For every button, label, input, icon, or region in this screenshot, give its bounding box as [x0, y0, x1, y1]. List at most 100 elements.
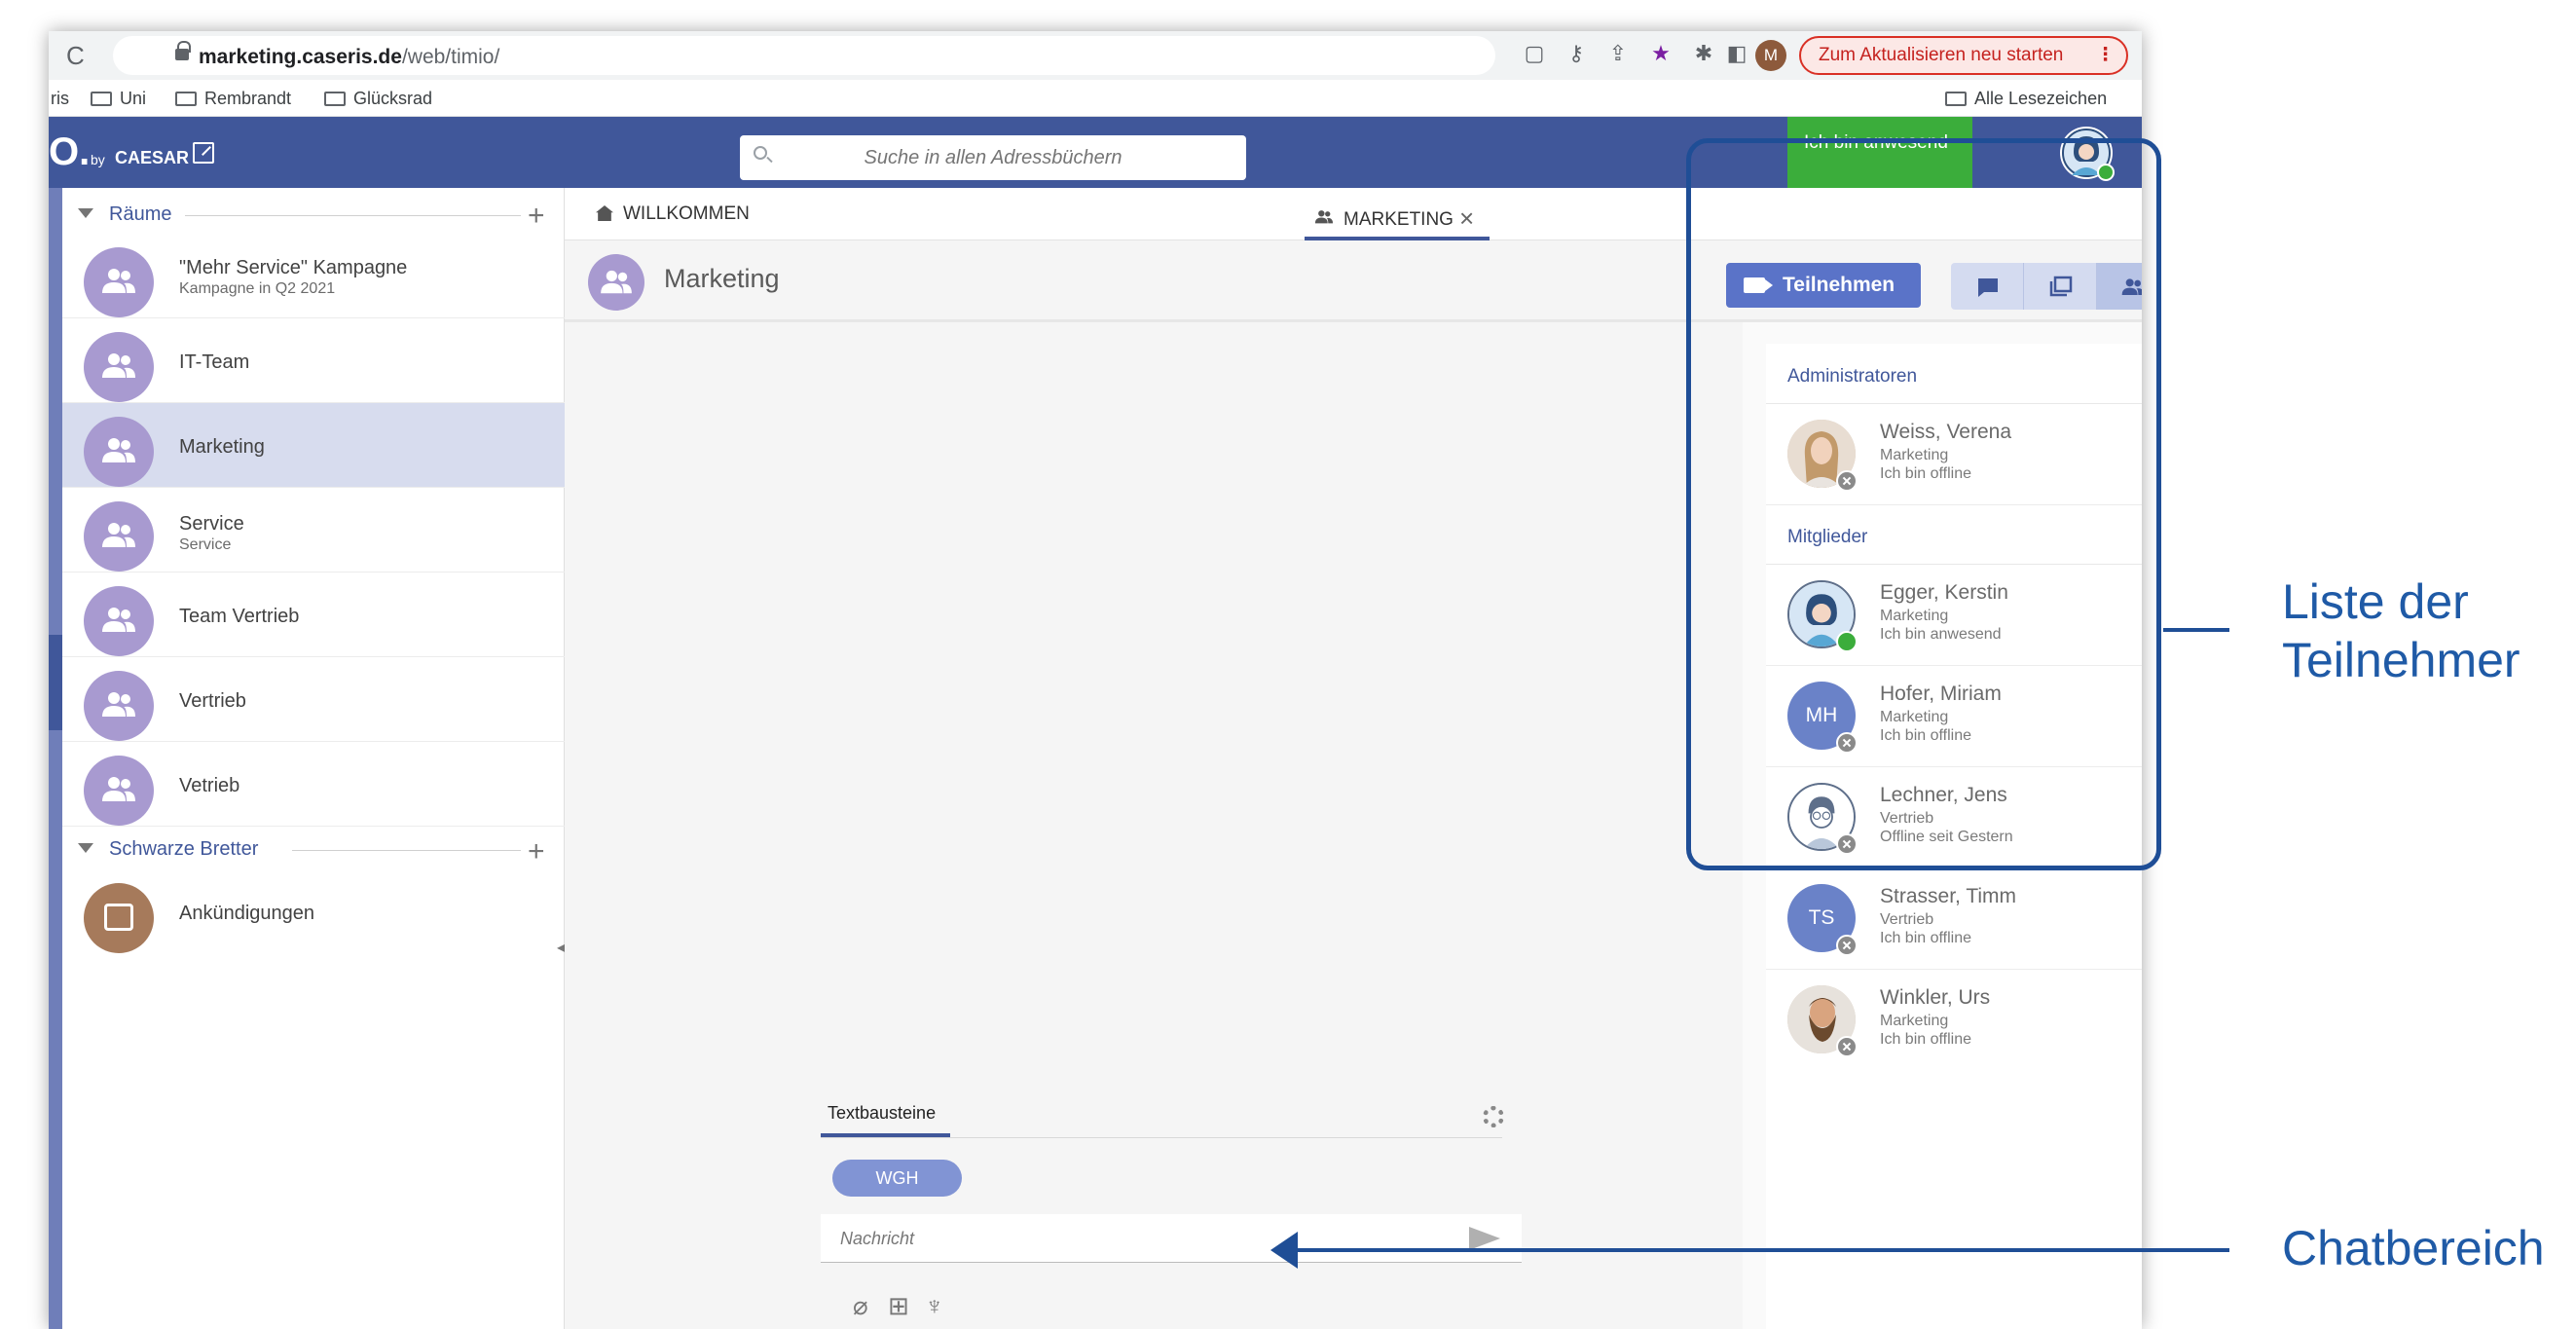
sidebar-strip [49, 188, 62, 1329]
room-name: "Mehr Service" Kampagne [179, 257, 408, 278]
room-name: Team Vertrieb [179, 606, 300, 627]
message-placeholder: Nachricht [840, 1229, 915, 1248]
group-icon [84, 586, 154, 656]
sidebar: Räume + "Mehr Service" Kampagne Kampagne… [49, 188, 565, 1329]
board-item[interactable]: Ankündigungen [62, 869, 565, 954]
group-icon [84, 501, 154, 572]
offline-status-icon [1836, 935, 1858, 956]
group-icon [1312, 209, 1336, 231]
room-item[interactable]: Team Vertrieb [62, 572, 565, 657]
address-bar[interactable]: marketing.caseris.de/web/timio/ [113, 36, 1495, 75]
search-placeholder: Suche in allen Adressbüchern [864, 147, 1122, 168]
room-name: Marketing [179, 436, 265, 458]
sidepanel-icon[interactable]: ◧ [1723, 41, 1750, 66]
logo-by: by [91, 152, 105, 167]
folder-icon [1945, 92, 1967, 106]
collapse-triangle-icon [78, 208, 93, 218]
divider [185, 215, 521, 216]
group-icon [84, 332, 154, 402]
collapse-triangle-icon [78, 843, 93, 853]
collapse-handle-icon[interactable]: ◂ [557, 938, 565, 957]
room-item[interactable]: Vertrieb [62, 657, 565, 742]
gear-icon[interactable] [1483, 1106, 1504, 1127]
tab-textbausteine[interactable]: Textbausteine [828, 1103, 936, 1124]
tab-marketing[interactable]: MARKETING × [1312, 203, 1474, 234]
offline-status-icon [1836, 1036, 1858, 1057]
annotation-arrow-icon [1270, 1232, 1298, 1269]
room-item[interactable]: Vetrieb [62, 742, 565, 827]
participants-highlight-box [1686, 138, 2161, 870]
paperclip-icon[interactable]: ⌀ [853, 1291, 868, 1321]
bookmark-item[interactable]: Uni [91, 89, 146, 109]
group-icon [84, 756, 154, 826]
room-name: Vertrieb [179, 690, 246, 712]
participant-item[interactable]: Winkler, Urs Marketing Ich bin offline [1766, 970, 2142, 1071]
room-subtitle: Service [179, 536, 232, 553]
room-subtitle: Kampagne in Q2 2021 [179, 280, 336, 297]
microphone-icon[interactable]: ♆ [925, 1291, 944, 1321]
tab-welcome[interactable]: WILLKOMMEN [596, 203, 750, 225]
room-name: IT-Team [179, 351, 250, 373]
group-icon [84, 417, 154, 487]
folder-icon [324, 92, 346, 106]
bookmark-item[interactable]: Glücksrad [324, 89, 432, 109]
bookmark-item[interactable]: ris [51, 89, 69, 109]
folder-icon [175, 92, 197, 106]
participant-item[interactable]: TS Strasser, Timm Vertrieb Ich bin offli… [1766, 868, 2142, 970]
room-title: Marketing [664, 264, 780, 293]
home-icon [596, 205, 613, 221]
room-name: Service [179, 513, 244, 535]
group-icon [84, 247, 154, 317]
room-item-selected[interactable]: Marketing [62, 403, 565, 488]
group-icon [588, 254, 644, 311]
send-icon[interactable] [1469, 1227, 1500, 1250]
logo-brand: CAESAR [115, 148, 190, 167]
participant-name: Winkler, Urs [1880, 986, 1991, 1009]
annotation-chat-label: Chatbereich [2282, 1221, 2545, 1275]
annotation-connector [1290, 1248, 2229, 1252]
snippet-chip[interactable]: WGH [832, 1160, 962, 1197]
divider [292, 850, 521, 851]
annotation-participants-label: Liste der Teilnehmer [2282, 574, 2521, 687]
share-icon[interactable]: ⇪ [1604, 41, 1632, 66]
participant-status: Ich bin offline [1880, 930, 1971, 946]
bulletin-board-icon [84, 883, 154, 953]
logo: O. [49, 130, 91, 173]
group-icon [84, 671, 154, 741]
reload-icon[interactable]: C [66, 41, 85, 71]
room-item[interactable]: "Mehr Service" Kampagne Kampagne in Q2 2… [62, 234, 565, 318]
participant-department: Vertrieb [1880, 911, 1934, 928]
room-item[interactable]: Service Service [62, 488, 565, 572]
boards-section-header[interactable]: Schwarze Bretter [78, 838, 258, 873]
key-icon[interactable]: ⚷ [1563, 41, 1590, 66]
search-input[interactable]: Suche in allen Adressbüchern [740, 135, 1246, 180]
participant-status: Ich bin offline [1880, 1031, 1971, 1048]
url-text: marketing.caseris.de/web/timio/ [199, 46, 500, 68]
annotation-connector [2163, 628, 2229, 632]
bookmark-item[interactable]: Rembrandt [175, 89, 291, 109]
chat-area [565, 322, 1743, 1329]
folder-icon [91, 92, 112, 106]
external-link-icon[interactable] [193, 142, 214, 164]
extensions-icon[interactable]: ✱ [1690, 41, 1717, 66]
close-tab-icon[interactable]: × [1459, 203, 1474, 233]
browser-toolbar: C marketing.caseris.de/web/timio/ ▢ ⚷ ⇪ … [49, 31, 2142, 80]
sidebar-strip-marker [49, 635, 62, 730]
more-icon: ⋮ [2096, 45, 2115, 65]
add-room-icon[interactable]: + [528, 202, 545, 231]
all-bookmarks[interactable]: Alle Lesezeichen [1945, 89, 2107, 109]
bookmarks-bar: ris Uni Rembrandt Glücksrad Alle Lesezei… [49, 80, 2142, 117]
clipboard-icon[interactable]: ▢ [1521, 41, 1548, 66]
profile-avatar[interactable]: M [1755, 40, 1786, 71]
participant-department: Marketing [1880, 1013, 1949, 1029]
room-item[interactable]: IT-Team [62, 318, 565, 403]
room-name: Vetrieb [179, 775, 240, 796]
message-input[interactable]: Nachricht [821, 1214, 1522, 1263]
structure-icon[interactable]: ⊞ [888, 1291, 909, 1321]
star-icon[interactable]: ★ [1647, 41, 1674, 66]
divider [821, 1137, 1502, 1138]
board-name: Ankündigungen [179, 903, 315, 924]
add-board-icon[interactable]: + [528, 837, 545, 867]
update-button[interactable]: Zum Aktualisieren neu starten ⋮ [1799, 36, 2128, 75]
participant-name: Strasser, Timm [1880, 885, 2017, 907]
